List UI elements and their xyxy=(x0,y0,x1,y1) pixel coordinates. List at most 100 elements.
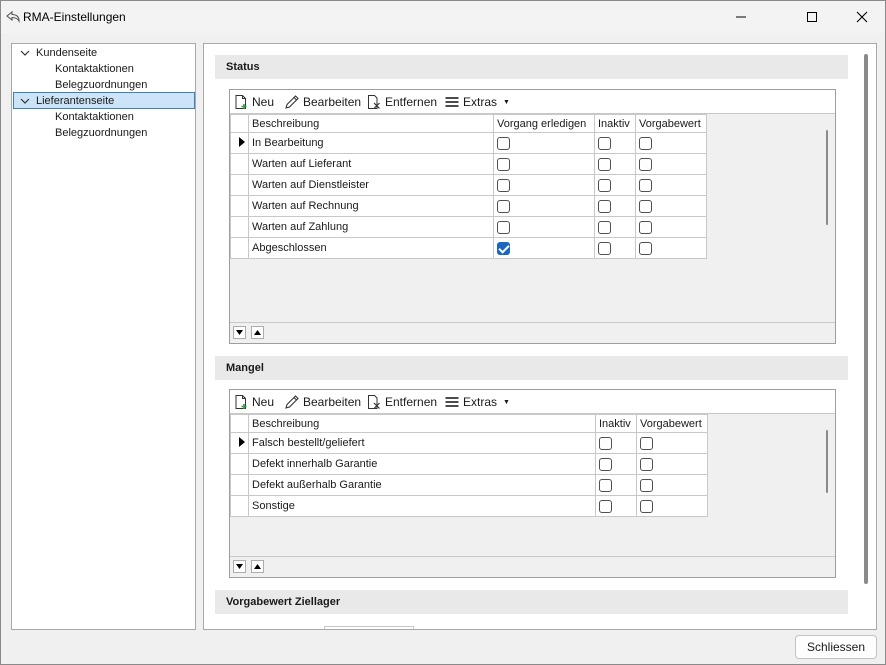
checkbox-vorgabewert[interactable] xyxy=(639,220,652,234)
checkbox-vorgang-erledigen[interactable] xyxy=(497,136,510,150)
tree-node-lieferantenseite[interactable]: Lieferantenseite xyxy=(13,92,195,109)
cell-vorgabewert[interactable] xyxy=(635,216,707,238)
status-vertical-scrollbar[interactable] xyxy=(826,130,828,225)
cell-beschreibung[interactable]: Defekt innerhalb Garantie xyxy=(248,453,596,475)
checkbox-inaktiv[interactable] xyxy=(598,199,611,213)
checkbox-vorgabewert[interactable] xyxy=(640,499,653,513)
checkbox-inaktiv[interactable] xyxy=(599,478,612,492)
tree-node-belegzuordnungen[interactable]: Belegzuordnungen xyxy=(55,77,147,93)
move-up-button[interactable] xyxy=(251,560,264,573)
mangel-vertical-scrollbar[interactable] xyxy=(826,430,828,493)
column-header-inaktiv[interactable]: Inaktiv xyxy=(594,114,636,133)
cell-beschreibung[interactable]: Defekt außerhalb Garantie xyxy=(248,474,596,496)
cell-beschreibung[interactable]: Sonstige xyxy=(248,495,596,517)
move-down-button[interactable] xyxy=(233,560,246,573)
cell-inaktiv[interactable] xyxy=(594,153,636,175)
checkbox-inaktiv[interactable] xyxy=(598,136,611,150)
cell-inaktiv[interactable] xyxy=(595,495,637,517)
cell-vorgang-erledigen[interactable] xyxy=(493,132,595,154)
extras-menu-button[interactable]: Extras ▼ xyxy=(444,93,510,111)
cell-vorgang-erledigen[interactable] xyxy=(493,216,595,238)
chevron-down-icon[interactable] xyxy=(20,48,30,58)
remove-button[interactable]: Entfernen xyxy=(366,393,437,411)
cell-vorgabewert[interactable] xyxy=(635,153,707,175)
column-header-beschreibung[interactable]: Beschreibung xyxy=(248,414,596,433)
table-row[interactable]: Warten auf Lieferant xyxy=(230,153,707,175)
column-header-inaktiv[interactable]: Inaktiv xyxy=(595,414,637,433)
cell-inaktiv[interactable] xyxy=(594,237,636,259)
cell-vorgabewert[interactable] xyxy=(636,432,708,454)
cell-vorgabewert[interactable] xyxy=(636,495,708,517)
cell-inaktiv[interactable] xyxy=(594,216,636,238)
cell-inaktiv[interactable] xyxy=(595,453,637,475)
cell-vorgabewert[interactable] xyxy=(635,132,707,154)
checkbox-vorgabewert[interactable] xyxy=(639,199,652,213)
cell-inaktiv[interactable] xyxy=(594,195,636,217)
cell-beschreibung[interactable]: In Bearbeitung xyxy=(248,132,494,154)
table-row[interactable]: Defekt innerhalb Garantie xyxy=(230,453,708,475)
move-up-button[interactable] xyxy=(251,326,264,339)
cell-inaktiv[interactable] xyxy=(595,474,637,496)
checkbox-vorgabewert[interactable] xyxy=(640,457,653,471)
checkbox-inaktiv[interactable] xyxy=(598,157,611,171)
close-window-button[interactable] xyxy=(839,1,885,33)
cell-inaktiv[interactable] xyxy=(595,432,637,454)
column-header-vorgabewert[interactable]: Vorgabewert xyxy=(636,414,708,433)
column-header-beschreibung[interactable]: Beschreibung xyxy=(248,114,494,133)
move-down-button[interactable] xyxy=(233,326,246,339)
table-row[interactable]: Warten auf Zahlung xyxy=(230,216,707,238)
checkbox-vorgang-erledigen[interactable] xyxy=(497,178,510,192)
checkbox-vorgabewert[interactable] xyxy=(639,136,652,150)
cell-vorgabewert[interactable] xyxy=(635,174,707,196)
table-row[interactable]: Defekt außerhalb Garantie xyxy=(230,474,708,496)
checkbox-vorgabewert[interactable] xyxy=(639,157,652,171)
new-button[interactable]: Neu xyxy=(233,393,274,411)
table-row[interactable]: Warten auf Rechnung xyxy=(230,195,707,217)
cell-vorgang-erledigen[interactable] xyxy=(493,195,595,217)
ziellager-field[interactable] xyxy=(324,626,414,629)
table-row[interactable]: In Bearbeitung xyxy=(230,132,707,154)
checkbox-vorgang-erledigen[interactable] xyxy=(497,220,510,234)
checkbox-inaktiv[interactable] xyxy=(599,436,612,450)
cell-vorgabewert[interactable] xyxy=(636,474,708,496)
checkbox-inaktiv[interactable] xyxy=(598,241,611,255)
tree-node-kundenseite[interactable]: Kundenseite xyxy=(17,45,192,61)
cell-vorgabewert[interactable] xyxy=(635,195,707,217)
checkbox-vorgang-erledigen[interactable] xyxy=(497,199,510,213)
column-header-vorgang-erledigen[interactable]: Vorgang erledigen xyxy=(493,114,595,133)
cell-beschreibung[interactable]: Warten auf Rechnung xyxy=(248,195,494,217)
checkbox-inaktiv[interactable] xyxy=(599,457,612,471)
checkbox-inaktiv[interactable] xyxy=(598,220,611,234)
maximize-button[interactable] xyxy=(789,1,835,33)
remove-button[interactable]: Entfernen xyxy=(366,93,437,111)
new-button[interactable]: Neu xyxy=(233,93,274,111)
cell-beschreibung[interactable]: Warten auf Zahlung xyxy=(248,216,494,238)
checkbox-inaktiv[interactable] xyxy=(598,178,611,192)
cell-beschreibung[interactable]: Falsch bestellt/geliefert xyxy=(248,432,596,454)
edit-button[interactable]: Bearbeiten xyxy=(284,93,361,111)
tree-node-kontaktaktionen[interactable]: Kontaktaktionen xyxy=(55,109,134,125)
cell-vorgang-erledigen[interactable] xyxy=(493,153,595,175)
cell-vorgabewert[interactable] xyxy=(636,453,708,475)
cell-beschreibung[interactable]: Warten auf Lieferant xyxy=(248,153,494,175)
checkbox-vorgabewert[interactable] xyxy=(639,178,652,192)
checkbox-vorgabewert[interactable] xyxy=(640,436,653,450)
table-row[interactable]: Abgeschlossen xyxy=(230,237,707,259)
checkbox-vorgang-erledigen[interactable] xyxy=(497,157,510,171)
cell-beschreibung[interactable]: Abgeschlossen xyxy=(248,237,494,259)
chevron-down-icon[interactable] xyxy=(20,96,30,106)
content-vertical-scrollbar[interactable] xyxy=(864,54,868,584)
table-row[interactable]: Warten auf Dienstleister xyxy=(230,174,707,196)
cell-vorgang-erledigen[interactable] xyxy=(493,174,595,196)
tree-node-belegzuordnungen[interactable]: Belegzuordnungen xyxy=(55,125,147,141)
cell-vorgabewert[interactable] xyxy=(635,237,707,259)
cell-inaktiv[interactable] xyxy=(594,174,636,196)
column-header-vorgabewert[interactable]: Vorgabewert xyxy=(635,114,707,133)
checkbox-vorgang-erledigen-checked[interactable] xyxy=(497,241,510,255)
table-row[interactable]: Falsch bestellt/geliefert xyxy=(230,432,708,454)
minimize-button[interactable] xyxy=(718,1,764,33)
extras-menu-button[interactable]: Extras ▼ xyxy=(444,393,510,411)
cell-vorgang-erledigen[interactable] xyxy=(493,237,595,259)
checkbox-vorgabewert[interactable] xyxy=(640,478,653,492)
checkbox-inaktiv[interactable] xyxy=(599,499,612,513)
